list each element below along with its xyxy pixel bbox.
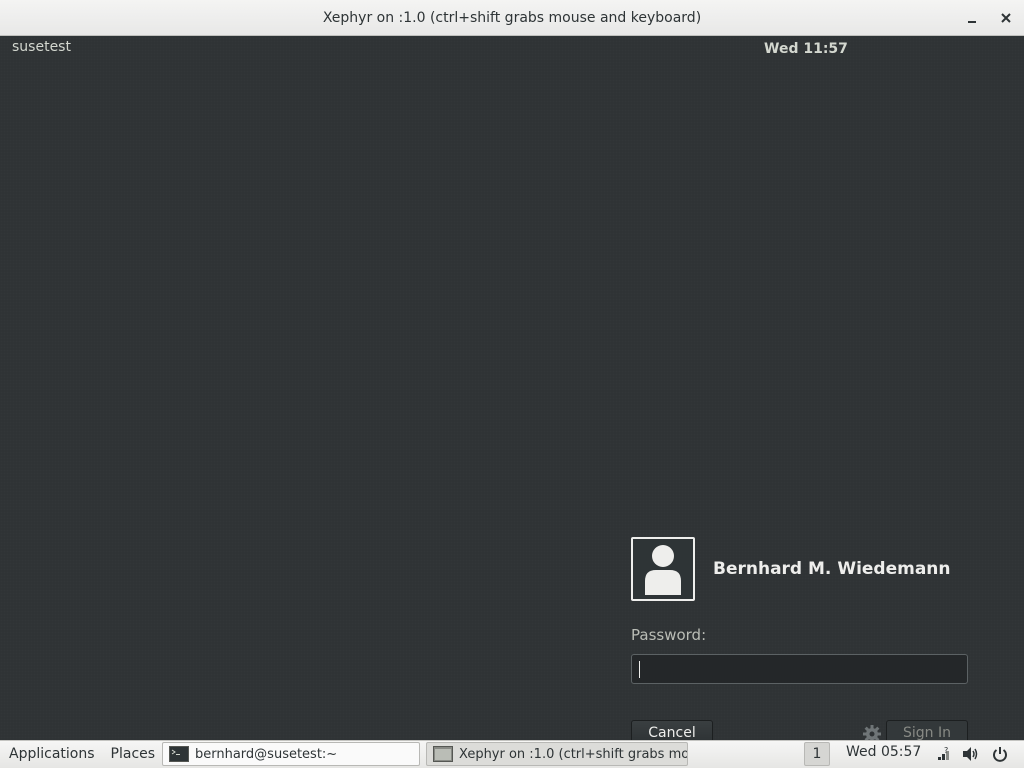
workspace-switcher[interactable]: 1 [804, 742, 830, 766]
power-menu[interactable] [991, 745, 1009, 763]
volume-control[interactable] [962, 745, 980, 763]
window-title: Xephyr on :1.0 (ctrl+shift grabs mouse a… [322, 9, 702, 26]
power-icon [993, 747, 1007, 762]
svg-text:?: ? [944, 746, 948, 755]
password-label: Password: [631, 626, 707, 644]
applications-menu[interactable]: Applications [1, 741, 103, 768]
top-clock[interactable]: Wed 11:57 [764, 41, 848, 57]
minimize-icon [968, 21, 976, 23]
close-icon [1001, 13, 1011, 23]
volume-icon [963, 747, 978, 761]
user-avatar [631, 537, 695, 601]
network-icon: ? [938, 746, 949, 760]
taskbar-item-terminal[interactable]: bernhard@susetest:~ [162, 742, 420, 766]
minimize-button[interactable] [962, 8, 982, 28]
user-row: Bernhard M. Wiedemann [631, 537, 951, 601]
task-label: Xephyr on :1.0 (ctrl+shift grabs mo... [459, 746, 688, 762]
close-button[interactable] [996, 8, 1016, 28]
window-icon [433, 746, 453, 762]
user-avatar-icon [645, 545, 681, 595]
text-caret [639, 661, 640, 678]
places-menu[interactable]: Places [103, 741, 164, 768]
network-status[interactable]: ? [935, 745, 953, 763]
panel-clock[interactable]: Wed 05:57 [846, 744, 921, 760]
user-name: Bernhard M. Wiedemann [713, 559, 951, 579]
password-field[interactable] [631, 654, 968, 684]
taskbar-item-xephyr[interactable]: Xephyr on :1.0 (ctrl+shift grabs mo... [426, 742, 688, 766]
window-titlebar[interactable]: Xephyr on :1.0 (ctrl+shift grabs mouse a… [0, 0, 1024, 36]
hostname-label: susetest [12, 39, 71, 55]
terminal-icon [169, 746, 189, 762]
login-screen: susetest Wed 11:57 Bernhard M. Wiedemann… [0, 37, 1024, 746]
task-label: bernhard@susetest:~ [195, 746, 338, 762]
